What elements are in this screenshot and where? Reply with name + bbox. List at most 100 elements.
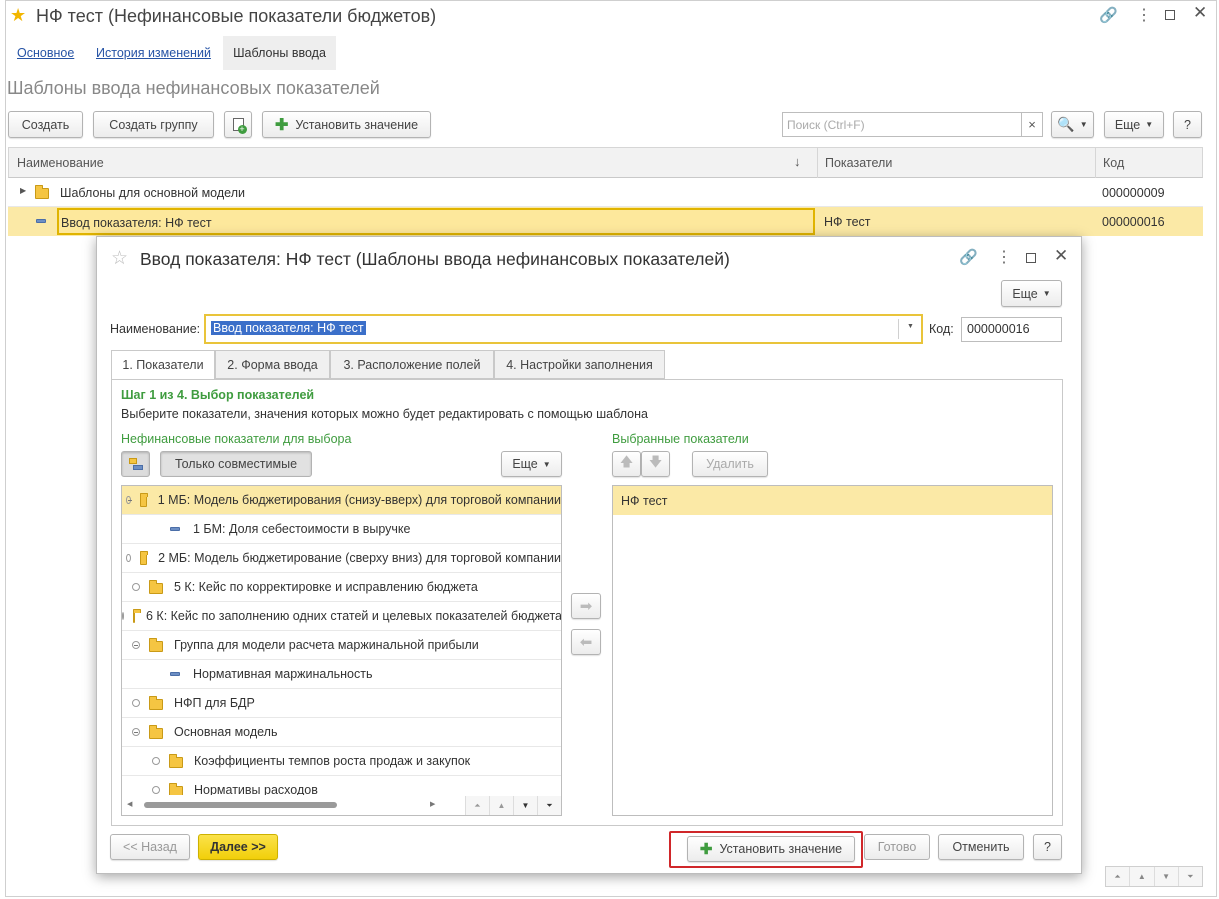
scroll-down-icon[interactable]: ▼ (1155, 867, 1179, 886)
tab-input-form[interactable]: 2. Форма ввода (215, 350, 330, 379)
tab-main[interactable]: Основное (17, 46, 74, 60)
expand-icon[interactable] (152, 757, 160, 765)
help-button[interactable]: ? (1173, 111, 1202, 138)
dropdown-arrow-icon[interactable]: ▼ (907, 323, 914, 330)
code-field[interactable]: 000000016 (961, 317, 1062, 342)
scroll-right-icon[interactable]: ▶ (430, 800, 435, 808)
name-field[interactable]: Ввод показателя: НФ тест ▼ (204, 314, 923, 344)
expand-icon[interactable] (152, 786, 160, 794)
tree-row-label: 5 К: Кейс по корректировке и исправлению… (174, 580, 478, 594)
table-row[interactable]: ▶ Шаблоны для основной модели 000000009 (8, 178, 1203, 207)
expand-triangle-icon[interactable]: ▶ (20, 186, 26, 195)
expand-icon[interactable] (132, 699, 140, 707)
column-header-name[interactable]: Наименование (17, 156, 104, 170)
copy-create-button[interactable]: + (224, 111, 252, 138)
tree-row[interactable]: 5 К: Кейс по корректировке и исправлению… (122, 573, 561, 602)
selected-indicators-list[interactable]: НФ тест (612, 485, 1053, 816)
scroll-up-icon[interactable]: ▲ (1130, 867, 1155, 886)
move-down-button[interactable]: 🡇 (641, 451, 670, 477)
more-vert-icon[interactable]: ⋮ (1136, 5, 1152, 25)
tree-row-label: 2 МБ: Модель бюджетирование (сверху вниз… (158, 551, 561, 565)
create-group-button[interactable]: Создать группу (93, 111, 214, 138)
row-name-cell[interactable]: Ввод показателя: НФ тест (57, 208, 815, 235)
next-button[interactable]: Далее >> (198, 834, 278, 860)
remove-from-selected-button[interactable]: ⬅ (571, 629, 601, 655)
move-up-button[interactable]: 🡅 (612, 451, 641, 477)
tab-fields-layout[interactable]: 3. Расположение полей (330, 350, 494, 379)
tree-row-label: Основная модель (174, 725, 278, 739)
favorite-star-icon[interactable]: ★ (10, 5, 26, 26)
chevron-down-icon: ▼ (1145, 120, 1154, 129)
link-icon[interactable]: 🔗 (959, 248, 978, 266)
next-label: Далее >> (210, 840, 266, 854)
maximize-icon[interactable] (1026, 253, 1036, 263)
create-group-label: Создать группу (109, 117, 198, 132)
only-compatible-toggle[interactable]: Только совместимые (160, 451, 312, 477)
tree-row[interactable]: Нормативы расходов (122, 776, 561, 796)
scroll-left-icon[interactable]: ◀ (127, 800, 132, 808)
delete-button[interactable]: Удалить (692, 451, 768, 477)
scroll-top-icon[interactable]: ⏶ (466, 796, 490, 815)
collapse-icon[interactable] (132, 728, 140, 736)
dialog-help-button[interactable]: ? (1033, 834, 1062, 860)
search-button[interactable]: 🔍 ▼ (1051, 111, 1094, 138)
done-button[interactable]: Готово (864, 834, 930, 860)
tree-row[interactable]: 2 МБ: Модель бюджетирование (сверху вниз… (122, 544, 561, 573)
link-icon[interactable]: 🔗 (1099, 6, 1118, 24)
expand-icon[interactable] (132, 583, 140, 591)
folder-icon (149, 695, 163, 710)
dialog-more-button[interactable]: Еще ▼ (1001, 280, 1062, 307)
close-icon[interactable]: ✕ (1193, 3, 1207, 23)
tree-row[interactable]: Группа для модели расчета маржинальной п… (122, 631, 561, 660)
expand-icon[interactable] (122, 612, 124, 620)
cancel-button[interactable]: Отменить (938, 834, 1024, 860)
add-to-selected-button[interactable]: ➡ (571, 593, 601, 619)
scroll-down-icon[interactable]: ▼ (514, 796, 538, 815)
create-button[interactable]: Создать (8, 111, 83, 138)
tab-templates[interactable]: Шаблоны ввода (223, 36, 336, 70)
tree-row[interactable]: Основная модель (122, 718, 561, 747)
search-clear-button[interactable]: × (1021, 112, 1043, 137)
footer-set-value-button[interactable]: ✚ Установить значение (687, 836, 855, 862)
scroll-up-icon[interactable]: ▲ (490, 796, 514, 815)
tree-row[interactable]: 1 БМ: Доля себестоимости в выручке (122, 515, 561, 544)
column-header-indicators[interactable]: Показатели (825, 156, 892, 170)
more-button[interactable]: Еще ▼ (1104, 111, 1164, 138)
tree-row[interactable]: Коэффициенты темпов роста продаж и закуп… (122, 747, 561, 776)
more-vert-icon[interactable]: ⋮ (996, 247, 1012, 267)
list-item[interactable]: НФ тест (613, 486, 1052, 515)
left-more-button[interactable]: Еще ▼ (501, 451, 562, 477)
dialog-help-label: ? (1044, 840, 1051, 854)
column-header-code[interactable]: Код (1103, 156, 1124, 170)
table-row-selected[interactable]: Ввод показателя: НФ тест НФ тест 0000000… (8, 207, 1203, 236)
scroll-thumb[interactable] (144, 802, 337, 808)
scroll-bottom-icon[interactable]: ⏷ (1179, 867, 1202, 886)
selected-item-label: НФ тест (621, 494, 668, 508)
tab-history[interactable]: История изменений (96, 46, 211, 60)
favorite-star-icon[interactable]: ☆ (111, 247, 128, 270)
search-icon: 🔍 (1057, 116, 1075, 132)
collapse-icon[interactable] (132, 641, 140, 649)
set-value-button[interactable]: ✚ Установить значение (262, 111, 431, 138)
horizontal-scrollbar[interactable]: ◀ ▶ (122, 795, 465, 815)
folder-icon (149, 637, 163, 652)
indicators-tree[interactable]: 1 МБ: Модель бюджетирования (снизу-вверх… (121, 485, 562, 816)
tree-row[interactable]: 1 МБ: Модель бюджетирования (снизу-вверх… (122, 486, 561, 515)
tree-row-label: НФП для БДР (174, 696, 255, 710)
collapse-icon[interactable] (126, 496, 132, 504)
tree-row[interactable]: Нормативная маржинальность (122, 660, 561, 689)
tab-indicators[interactable]: 1. Показатели (111, 350, 215, 380)
code-label: Код: (929, 322, 954, 336)
scroll-top-icon[interactable]: ⏶ (1106, 867, 1131, 886)
tab-fill-settings[interactable]: 4. Настройки заполнения (494, 350, 665, 379)
back-button[interactable]: << Назад (110, 834, 190, 860)
scroll-bottom-icon[interactable]: ⏷ (538, 796, 561, 815)
expand-icon[interactable] (126, 554, 131, 562)
hierarchy-toggle-button[interactable] (121, 451, 150, 477)
search-input[interactable]: Поиск (Ctrl+F) (782, 112, 1022, 137)
close-icon[interactable]: ✕ (1054, 246, 1068, 266)
tree-row[interactable]: НФП для БДР (122, 689, 561, 718)
only-compatible-label: Только совместимые (174, 457, 298, 471)
tree-row[interactable]: 6 К: Кейс по заполнению одних статей и ц… (122, 602, 561, 631)
maximize-icon[interactable] (1165, 10, 1175, 20)
